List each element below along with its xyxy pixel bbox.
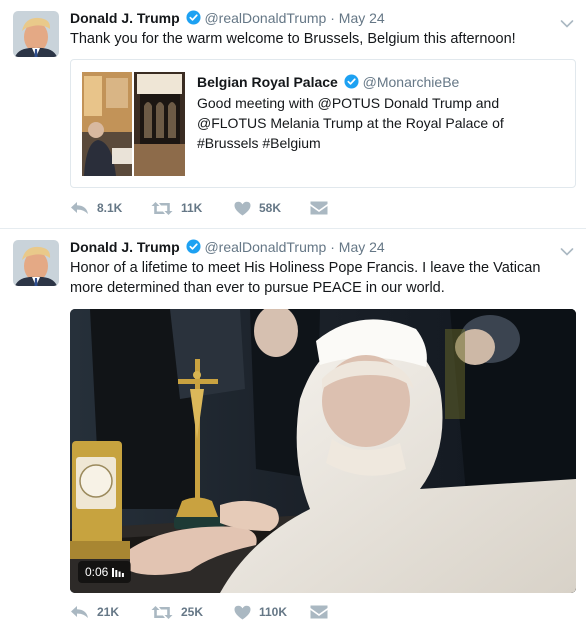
retweet-count: 25K [181, 605, 204, 619]
verified-badge-icon [186, 239, 201, 259]
video-thumbnail [70, 309, 576, 593]
tweet-text: Honor of a lifetime to meet His Holiness… [70, 260, 541, 296]
reply-count: 21K [97, 605, 120, 619]
avatar[interactable] [13, 240, 59, 286]
chevron-down-icon[interactable] [560, 244, 574, 256]
author-name[interactable]: Donald J. Trump [70, 239, 180, 255]
tweet-header: Donald J. Trump @realDonaldTrump · May 2… [70, 237, 385, 257]
tweet[interactable]: Donald J. Trump @realDonaldTrump · May 2… [0, 0, 586, 630]
author-handle[interactable]: @realDonaldTrump [204, 239, 326, 255]
avatar-image [13, 240, 59, 286]
like-count: 110K [259, 605, 288, 619]
heart-icon [234, 605, 251, 619]
direct-message-button[interactable] [310, 602, 328, 622]
envelope-icon [310, 605, 328, 619]
reply-button[interactable]: 21K [70, 602, 119, 622]
tweet-date[interactable]: May 24 [339, 239, 385, 255]
volume-bars-icon [112, 567, 125, 577]
video-player[interactable]: 0:06 [70, 309, 576, 593]
video-duration: 0:06 [85, 565, 109, 579]
reply-icon [71, 606, 88, 618]
like-button[interactable]: 110K [234, 602, 287, 622]
video-duration-badge: 0:06 [78, 561, 132, 583]
retweet-button[interactable]: 25K [151, 602, 203, 622]
retweet-icon [151, 605, 173, 619]
separator-dot: · [330, 239, 335, 255]
